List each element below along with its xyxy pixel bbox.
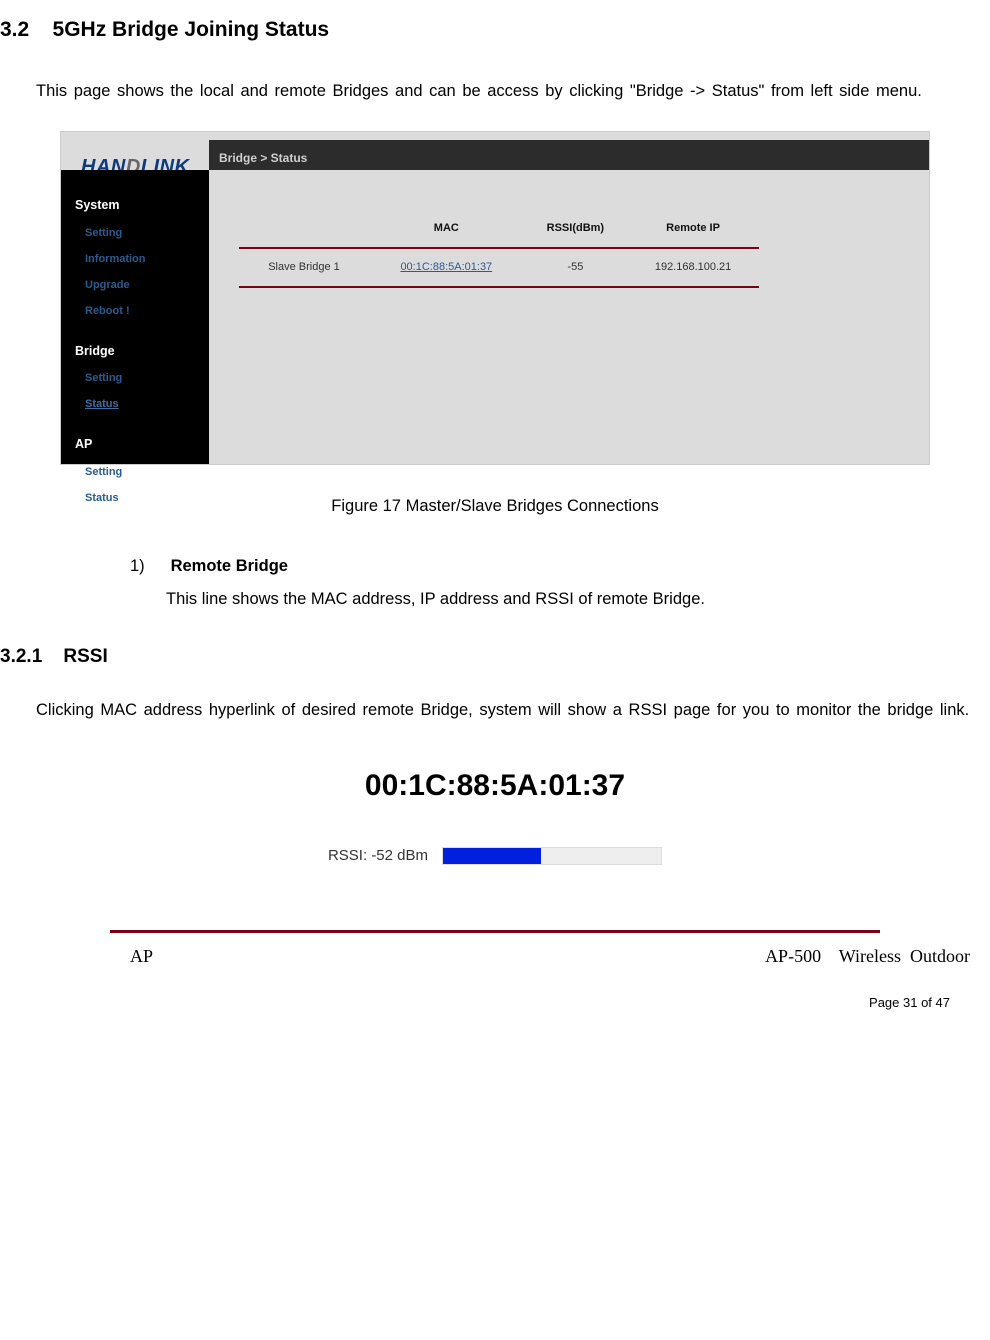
sidebar-group-ap: AP: [75, 433, 209, 457]
section-intro: This page shows the local and remote Bri…: [0, 76, 990, 107]
col-mac: MAC: [369, 210, 524, 248]
sidebar: System Setting Information Upgrade Reboo…: [61, 170, 209, 464]
footer-line-1: AP AP-500 Wireless Outdoor: [130, 939, 970, 973]
sidebar-item-ap-status[interactable]: Status: [85, 488, 209, 509]
sidebar-item-system-reboot[interactable]: Reboot !: [85, 301, 209, 322]
section-heading: 3.2 5GHz Bridge Joining Status: [0, 10, 990, 50]
figure-17: HANDLINK Bridge > Status System Setting …: [60, 131, 930, 522]
sidebar-item-ap-setting[interactable]: Setting: [85, 462, 209, 483]
col-blank: [239, 210, 369, 248]
subsection-title: RSSI: [63, 646, 107, 667]
table-header-row: MAC RSSI(dBm) Remote IP: [239, 210, 759, 248]
sidebar-group-system: System: [75, 194, 209, 218]
main-content: MAC RSSI(dBm) Remote IP Slave Bridge 1 0…: [209, 170, 929, 310]
rssi-mac-title: 00:1C:88:5A:01:37: [250, 757, 740, 814]
list-num: 1): [130, 551, 166, 582]
sidebar-item-system-upgrade[interactable]: Upgrade: [85, 275, 209, 296]
col-remote-ip: Remote IP: [627, 210, 759, 248]
footer-left: AP: [130, 939, 153, 973]
sidebar-item-bridge-setting[interactable]: Setting: [85, 368, 209, 389]
list-title: Remote Bridge: [171, 557, 288, 575]
footer-divider: [110, 930, 880, 933]
mac-link[interactable]: 00:1C:88:5A:01:37: [400, 261, 492, 273]
subsection-heading: 3.2.1 RSSI: [0, 639, 990, 675]
cell-rssi: -55: [524, 249, 628, 287]
sidebar-item-bridge-status[interactable]: Status: [85, 394, 209, 415]
screenshot: HANDLINK Bridge > Status System Setting …: [60, 131, 930, 465]
sidebar-group-bridge: Bridge: [75, 340, 209, 364]
rssi-label: RSSI: -52 dBm: [328, 842, 428, 871]
footer-right: AP-500 Wireless Outdoor: [765, 939, 970, 973]
sidebar-item-system-information[interactable]: Information: [85, 249, 209, 270]
table-divider: [239, 287, 759, 288]
cell-ip: 192.168.100.21: [627, 249, 759, 287]
footer-pagenum: Page 31 of 47: [0, 991, 950, 1016]
sidebar-item-system-setting[interactable]: Setting: [85, 223, 209, 244]
section-num: 3.2: [0, 18, 29, 41]
rssi-bar: [442, 847, 662, 865]
table-row: Slave Bridge 1 00:1C:88:5A:01:37 -55 192…: [239, 249, 759, 287]
rssi-bar-fill: [443, 848, 541, 864]
rssi-figure: 00:1C:88:5A:01:37 RSSI: -52 dBm: [250, 757, 740, 871]
col-rssi: RSSI(dBm): [524, 210, 628, 248]
subsection-body: Clicking MAC address hyperlink of desire…: [0, 695, 990, 726]
list-body: This line shows the MAC address, IP addr…: [166, 584, 990, 615]
breadcrumb: Bridge > Status: [209, 140, 929, 170]
list-item-1: 1) Remote Bridge: [130, 551, 990, 582]
section-title: 5GHz Bridge Joining Status: [53, 18, 330, 41]
subsection-num: 3.2.1: [0, 646, 42, 667]
cell-label: Slave Bridge 1: [239, 249, 369, 287]
bridge-status-table: MAC RSSI(dBm) Remote IP Slave Bridge 1 0…: [239, 210, 759, 288]
